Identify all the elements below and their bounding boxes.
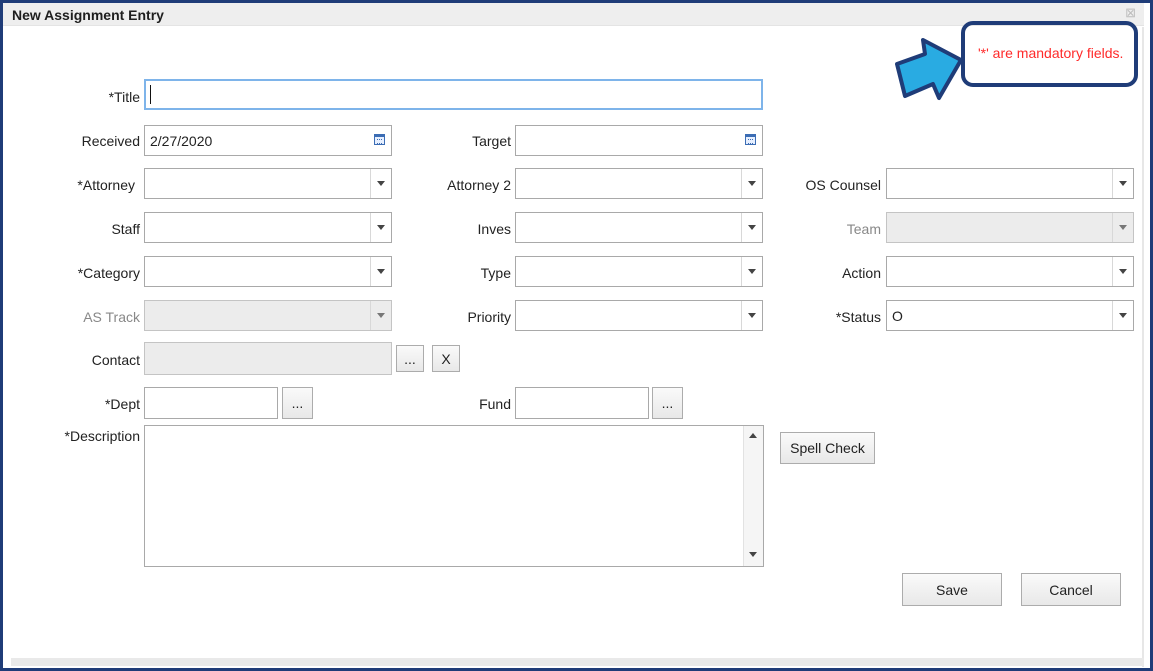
- chevron-down-icon[interactable]: [370, 257, 391, 286]
- team-label: Team: [846, 221, 881, 237]
- attorney-dropdown[interactable]: [144, 168, 392, 199]
- bottom-border: [11, 658, 1144, 666]
- dept-browse-button[interactable]: ...: [282, 387, 313, 419]
- description-label: *Description: [64, 428, 140, 444]
- scroll-down-icon[interactable]: [749, 552, 757, 557]
- action-label: Action: [842, 265, 881, 281]
- chevron-down-icon[interactable]: [741, 169, 762, 198]
- chevron-down-icon[interactable]: [1112, 169, 1133, 198]
- target-label: Target: [472, 133, 511, 149]
- title-label: *Title: [108, 89, 140, 105]
- received-date-field[interactable]: 2/27/2020: [144, 125, 392, 156]
- dialog-title: New Assignment Entry: [12, 7, 164, 23]
- type-dropdown[interactable]: [515, 256, 763, 287]
- contact-clear-button[interactable]: X: [432, 345, 460, 372]
- contact-browse-button[interactable]: ...: [396, 345, 424, 372]
- attorney-label: *Attorney: [77, 177, 135, 193]
- received-value: 2/27/2020: [150, 133, 213, 149]
- fund-label: Fund: [479, 396, 511, 412]
- team-dropdown: [886, 212, 1134, 243]
- attorney2-dropdown[interactable]: [515, 168, 763, 199]
- action-dropdown[interactable]: [886, 256, 1134, 287]
- category-label: *Category: [77, 265, 140, 281]
- save-button[interactable]: Save: [902, 573, 1002, 606]
- chevron-down-icon[interactable]: [370, 213, 391, 242]
- mandatory-fields-note: '*' are mandatory fields.: [978, 45, 1124, 61]
- staff-dropdown[interactable]: [144, 212, 392, 243]
- chevron-down-icon: [370, 301, 391, 330]
- chevron-down-icon: [1112, 213, 1133, 242]
- right-border: [1142, 27, 1144, 667]
- fund-browse-button[interactable]: ...: [652, 387, 683, 419]
- target-date-field[interactable]: [515, 125, 763, 156]
- os-counsel-label: OS Counsel: [805, 177, 881, 193]
- dept-label: *Dept: [104, 396, 140, 412]
- staff-label: Staff: [111, 221, 140, 237]
- status-value: O: [892, 308, 903, 324]
- chevron-down-icon[interactable]: [741, 257, 762, 286]
- text-cursor: [150, 85, 151, 104]
- category-dropdown[interactable]: [144, 256, 392, 287]
- cancel-button[interactable]: Cancel: [1021, 573, 1121, 606]
- calendar-icon[interactable]: [370, 127, 390, 154]
- as-track-label: AS Track: [83, 309, 140, 325]
- os-counsel-dropdown[interactable]: [886, 168, 1134, 199]
- status-dropdown[interactable]: O: [886, 300, 1134, 331]
- priority-label: Priority: [467, 309, 511, 325]
- chevron-down-icon[interactable]: [1112, 257, 1133, 286]
- description-textarea[interactable]: [144, 425, 764, 567]
- scroll-up-icon[interactable]: [749, 433, 757, 438]
- title-input[interactable]: [144, 79, 763, 110]
- contact-label: Contact: [91, 352, 140, 368]
- fund-input[interactable]: [515, 387, 649, 419]
- spell-check-button[interactable]: Spell Check: [780, 432, 875, 464]
- received-label: Received: [81, 133, 140, 149]
- close-icon[interactable]: ⊠: [1125, 5, 1136, 21]
- calendar-icon[interactable]: [741, 127, 761, 154]
- attorney2-label: Attorney 2: [447, 177, 511, 193]
- type-label: Type: [480, 265, 511, 281]
- priority-dropdown[interactable]: [515, 300, 763, 331]
- mandatory-callout-box: '*' are mandatory fields.: [961, 21, 1138, 87]
- pointer-arrow-icon: [895, 38, 963, 100]
- chevron-down-icon[interactable]: [741, 213, 762, 242]
- contact-field: [144, 342, 392, 375]
- chevron-down-icon[interactable]: [1112, 301, 1133, 330]
- dept-input[interactable]: [144, 387, 278, 419]
- chevron-down-icon[interactable]: [741, 301, 762, 330]
- scrollbar[interactable]: [743, 426, 763, 566]
- as-track-dropdown: [144, 300, 392, 331]
- inves-dropdown[interactable]: [515, 212, 763, 243]
- inves-label: Inves: [477, 221, 511, 237]
- status-label: *Status: [835, 309, 881, 325]
- chevron-down-icon[interactable]: [370, 169, 391, 198]
